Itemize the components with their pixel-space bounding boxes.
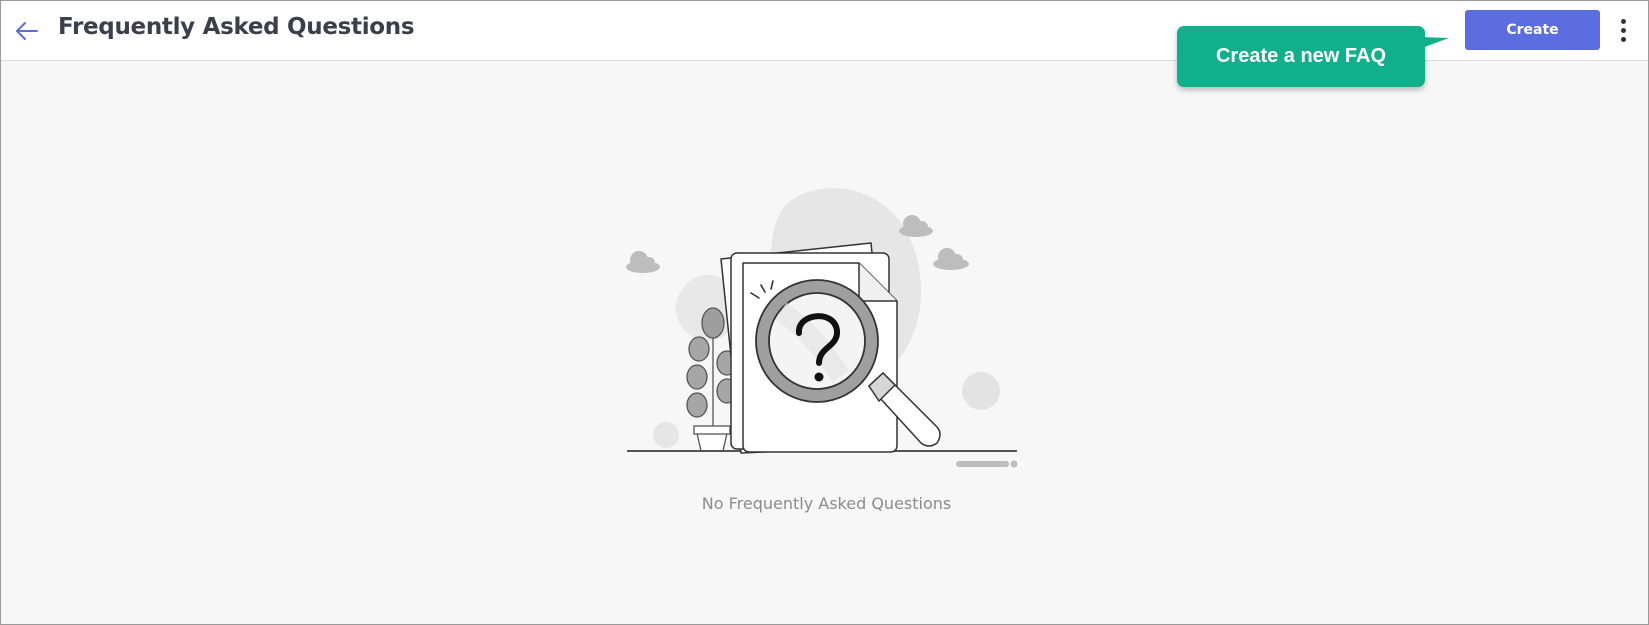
back-button[interactable] bbox=[13, 17, 41, 45]
empty-state-text: No Frequently Asked Questions bbox=[701, 494, 952, 513]
arrow-left-icon bbox=[16, 22, 38, 40]
empty-state-illustration bbox=[621, 181, 1021, 471]
page-title: Frequently Asked Questions bbox=[58, 14, 415, 40]
tooltip-pointer bbox=[1419, 37, 1449, 49]
app-frame: Frequently Asked Questions Create Create… bbox=[0, 0, 1649, 625]
create-faq-tooltip: Create a new FAQ bbox=[1177, 26, 1425, 87]
create-button[interactable]: Create bbox=[1465, 10, 1600, 50]
empty-state-message: No Frequently Asked Questions bbox=[1, 494, 1649, 513]
magnifier-question-document-illustration bbox=[626, 188, 1018, 468]
more-options-button[interactable] bbox=[1613, 15, 1633, 47]
